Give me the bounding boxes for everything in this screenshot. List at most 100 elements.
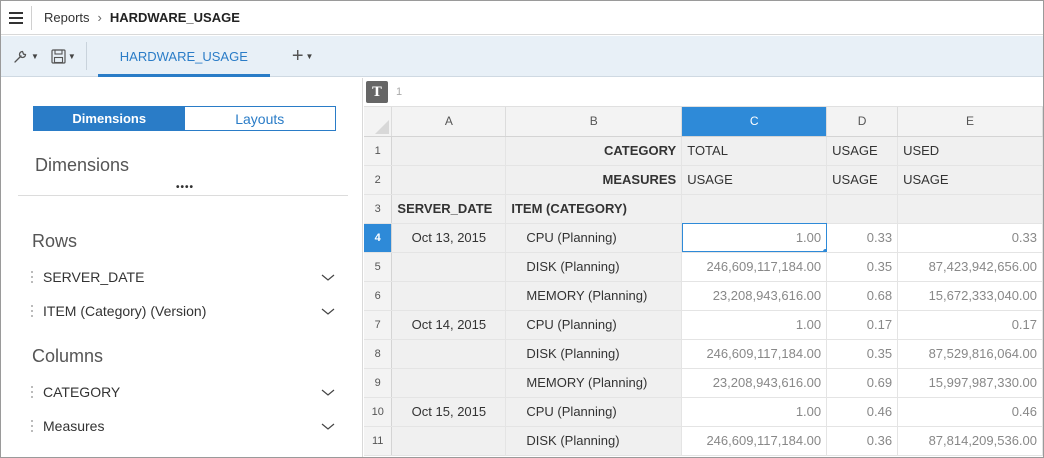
grid-cell[interactable] xyxy=(391,136,507,166)
text-format-icon[interactable]: T xyxy=(366,81,388,103)
grid-cell[interactable]: 23,208,943,616.00 xyxy=(681,281,828,311)
grid-cell[interactable]: 15,997,987,330.00 xyxy=(897,368,1043,398)
column-header-d[interactable]: D xyxy=(826,107,899,137)
grid-cell[interactable] xyxy=(391,339,507,369)
chevron-down-icon[interactable] xyxy=(320,306,336,316)
formula-input[interactable]: 1 xyxy=(396,86,402,98)
column-dimension-measures[interactable]: Measures xyxy=(31,415,336,437)
grid-cell[interactable]: Oct 15, 2015 xyxy=(391,397,507,427)
save-menu-button[interactable]: ▼ xyxy=(51,48,76,64)
grid-cell[interactable]: 87,529,816,064.00 xyxy=(897,339,1043,369)
grid-cell[interactable]: SERVER_DATE xyxy=(391,194,507,224)
rows-section-title: Rows xyxy=(32,231,78,251)
drag-handle-icon[interactable] xyxy=(31,305,37,317)
grid-cell[interactable] xyxy=(681,194,828,224)
column-header-c[interactable]: C xyxy=(681,107,828,137)
grid-cell[interactable]: 246,609,117,184.00 xyxy=(681,339,828,369)
active-cell[interactable]: 1.00 xyxy=(681,223,828,253)
more-dots-icon[interactable]: •••• xyxy=(176,182,194,193)
row-number[interactable]: 5 xyxy=(364,252,393,282)
grid-cell[interactable] xyxy=(391,426,507,456)
row-number[interactable]: 6 xyxy=(364,281,393,311)
row-number[interactable]: 4 xyxy=(364,223,393,253)
grid-cell[interactable] xyxy=(391,252,507,282)
grid-cell[interactable]: 0.17 xyxy=(826,310,899,340)
grid-cell[interactable]: USAGE xyxy=(897,165,1043,195)
grid-cell[interactable]: CPU (Planning) xyxy=(505,223,683,253)
grid-cell[interactable]: 246,609,117,184.00 xyxy=(681,252,828,282)
drag-handle-icon[interactable] xyxy=(31,386,37,398)
row-number[interactable]: 9 xyxy=(364,368,393,398)
column-header-a[interactable]: A xyxy=(391,107,507,137)
grid-cell[interactable]: MEMORY (Planning) xyxy=(505,368,683,398)
chevron-down-icon[interactable] xyxy=(320,387,336,397)
grid-cell[interactable]: 0.33 xyxy=(826,223,899,253)
grid-cell[interactable]: USAGE xyxy=(826,136,899,166)
grid-cell[interactable]: DISK (Planning) xyxy=(505,339,683,369)
grid-cell[interactable]: 0.69 xyxy=(826,368,899,398)
row-number[interactable]: 7 xyxy=(364,310,393,340)
grid-cell[interactable]: USAGE xyxy=(681,165,828,195)
chevron-down-icon[interactable] xyxy=(320,272,336,282)
grid-cell[interactable]: 0.17 xyxy=(897,310,1043,340)
grid-cell[interactable]: MEASURES xyxy=(505,165,683,195)
grid-cell[interactable]: USED xyxy=(897,136,1043,166)
grid-cell[interactable]: CATEGORY xyxy=(505,136,683,166)
grid-cell[interactable]: 0.35 xyxy=(826,252,899,282)
fill-handle[interactable] xyxy=(823,248,826,251)
row-number[interactable]: 11 xyxy=(364,426,393,456)
row-number[interactable]: 2 xyxy=(364,165,393,195)
grid-cell[interactable]: ITEM (CATEGORY) xyxy=(505,194,683,224)
dimensions-tab-button[interactable]: Dimensions xyxy=(34,107,185,130)
add-tab-button[interactable]: + ▼ xyxy=(292,45,314,68)
drag-handle-icon[interactable] xyxy=(31,420,37,432)
drag-handle-icon[interactable] xyxy=(31,271,37,283)
grid-cell[interactable]: CPU (Planning) xyxy=(505,310,683,340)
divider xyxy=(31,5,32,30)
grid-cell[interactable] xyxy=(826,194,899,224)
grid-cell[interactable]: MEMORY (Planning) xyxy=(505,281,683,311)
grid-cell[interactable]: USAGE xyxy=(826,165,899,195)
grid-cell[interactable]: 0.46 xyxy=(826,397,899,427)
grid-cell[interactable]: DISK (Planning) xyxy=(505,426,683,456)
grid-cell[interactable]: 0.36 xyxy=(826,426,899,456)
grid-cell[interactable]: DISK (Planning) xyxy=(505,252,683,282)
breadcrumb-reports-link[interactable]: Reports xyxy=(44,10,90,25)
grid-cell[interactable]: TOTAL xyxy=(681,136,828,166)
column-header-b[interactable]: B xyxy=(505,107,683,137)
grid-cell[interactable]: Oct 14, 2015 xyxy=(391,310,507,340)
grid-cell[interactable] xyxy=(391,368,507,398)
grid-cell[interactable]: Oct 13, 2015 xyxy=(391,223,507,253)
layouts-tab-button[interactable]: Layouts xyxy=(185,107,336,130)
column-dimension-category[interactable]: CATEGORY xyxy=(31,381,336,403)
grid-cell[interactable] xyxy=(391,281,507,311)
grid-cell[interactable]: 0.35 xyxy=(826,339,899,369)
grid-cell[interactable]: CPU (Planning) xyxy=(505,397,683,427)
tab-hardware-usage[interactable]: HARDWARE_USAGE xyxy=(97,36,270,77)
row-number[interactable]: 8 xyxy=(364,339,393,369)
select-all-corner[interactable] xyxy=(364,107,393,137)
chevron-down-icon[interactable] xyxy=(320,421,336,431)
grid-cell[interactable]: 0.68 xyxy=(826,281,899,311)
grid-cell[interactable]: 0.33 xyxy=(897,223,1043,253)
grid-cell[interactable]: 15,672,333,040.00 xyxy=(897,281,1043,311)
row-number[interactable]: 3 xyxy=(364,194,393,224)
grid-cell[interactable]: 0.46 xyxy=(897,397,1043,427)
grid-cell[interactable]: 87,423,942,656.00 xyxy=(897,252,1043,282)
tools-menu-button[interactable]: ▼ xyxy=(13,48,39,64)
row-number[interactable]: 10 xyxy=(364,397,393,427)
grid-cell[interactable] xyxy=(391,165,507,195)
table-row: 10 Oct 15, 2015 CPU (Planning) 1.00 0.46… xyxy=(364,397,1043,427)
grid-cell[interactable]: 23,208,943,616.00 xyxy=(681,368,828,398)
menu-icon[interactable] xyxy=(1,1,31,35)
grid-cell[interactable]: 87,814,209,536.00 xyxy=(897,426,1043,456)
grid-cell[interactable] xyxy=(897,194,1043,224)
grid-cell[interactable]: 246,609,117,184.00 xyxy=(681,426,828,456)
dimension-label: Measures xyxy=(43,418,105,434)
grid-cell[interactable]: 1.00 xyxy=(681,310,828,340)
grid-cell[interactable]: 1.00 xyxy=(681,397,828,427)
column-header-e[interactable]: E xyxy=(897,107,1043,137)
row-dimension-item[interactable]: ITEM (Category) (Version) xyxy=(31,300,336,322)
row-number[interactable]: 1 xyxy=(364,136,393,166)
row-dimension-server-date[interactable]: SERVER_DATE xyxy=(31,266,336,288)
